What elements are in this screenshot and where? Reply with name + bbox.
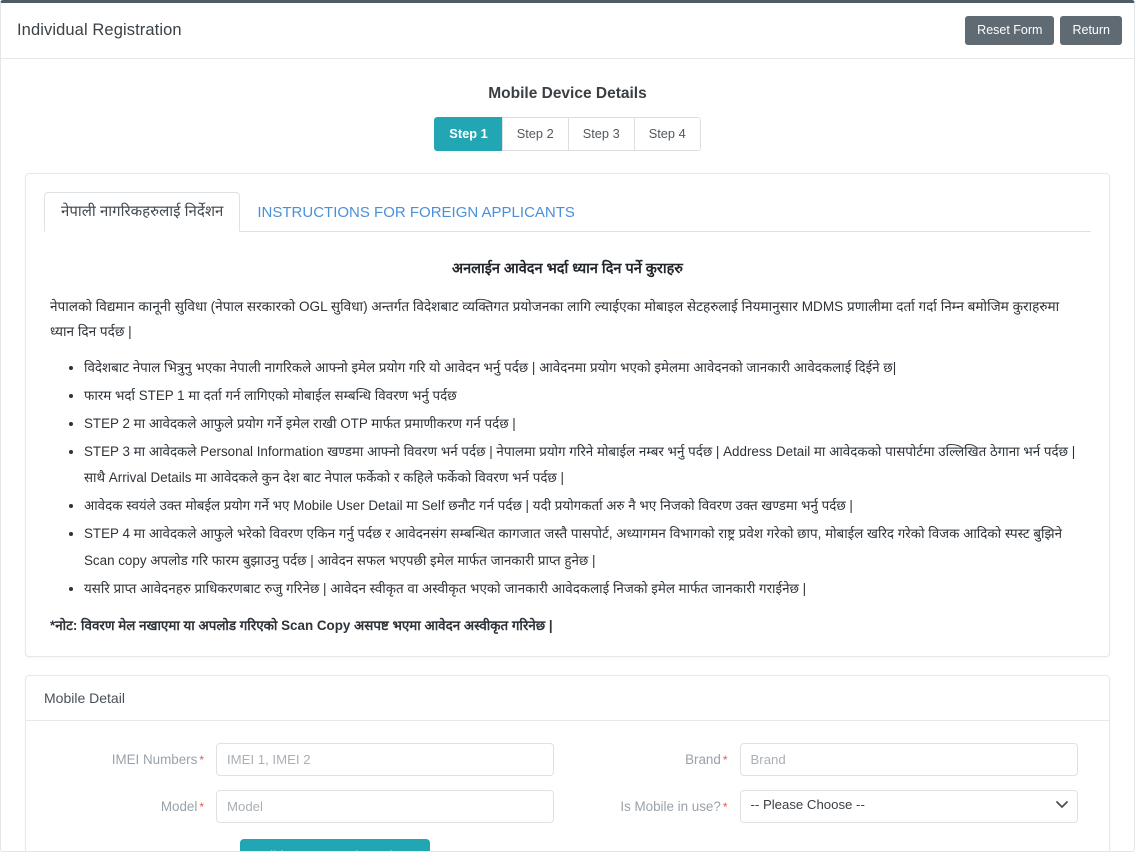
form-field-brand: Brand * [568, 742, 1092, 776]
form-row-model-inuse: Model* Is Mobile in use?* -- Please Choo… [44, 789, 1092, 823]
is-mobile-in-use-select-wrap: -- Please Choose -- [739, 789, 1078, 823]
wizard-steps: Step 1 Step 2 Step 3 Step 4 [25, 117, 1110, 151]
required-marker: * [722, 799, 728, 814]
mobile-detail-panel: Mobile Detail IMEI Numbers* Brand* [25, 674, 1110, 851]
required-marker: * [199, 799, 204, 814]
brand-input[interactable] [739, 742, 1078, 776]
instructions-heading: अनलाईन आवेदन भर्दा ध्यान दिन पर्ने कुराह… [452, 261, 683, 278]
model-input[interactable] [216, 789, 554, 823]
model-label-text: Model [160, 798, 198, 814]
list-item: STEP 3 मा आवेदकले Personal Information ख… [84, 439, 1085, 491]
header-actions: Reset Form Return [965, 16, 1122, 45]
instructions-panel-inner: नेपाली नागरिकहरुलाई निर्देशन INSTRUCTION… [26, 174, 1109, 656]
form-row-imei-brand: IMEI Numbers* Brand* [44, 742, 1092, 776]
imei-label-text: IMEI Numbers [111, 751, 198, 767]
tab-nepali-instructions[interactable]: नेपाली नागरिकहरुलाई निर्देशन [44, 191, 241, 233]
instructions-paragraph: नेपालको विद्यमान कानूनी सुविधा (नेपाल सर… [50, 299, 1060, 340]
brand-label-text: Brand [685, 751, 721, 767]
wizard-title: Mobile Device Details [488, 85, 647, 102]
required-marker: * [722, 752, 728, 767]
list-item: यसरि प्राप्त आवेदनहरु प्राधिकरणबाट रुजु … [84, 576, 1085, 602]
model-label: Model * [44, 799, 216, 814]
mobile-detail-form: IMEI Numbers* Brand* Model* [26, 721, 1109, 851]
page-header: Individual Registration Reset Form Retur… [1, 3, 1134, 59]
is-mobile-in-use-label: Is Mobile in use? * [568, 799, 740, 814]
individual-registration-page: Individual Registration Reset Form Retur… [0, 0, 1135, 852]
step-tab-1[interactable]: Step 1 [434, 117, 502, 151]
step-tab-4[interactable]: Step 4 [633, 117, 701, 151]
form-field-model: Model * [44, 789, 568, 823]
form-actions: Validate IMEI and Continue [44, 838, 1091, 851]
page-body: Mobile Device Details Step 1 Step 2 Step… [1, 59, 1134, 851]
list-item: विदेशबाट नेपाल भित्रुनु भएका नेपाली नागर… [84, 355, 1085, 381]
required-marker: * [199, 752, 204, 767]
imei-label: IMEI Numbers * [44, 752, 216, 767]
form-field-is-mobile-in-use: Is Mobile in use? * -- Please Choose -- [568, 789, 1092, 823]
step-tab-2[interactable]: Step 2 [501, 117, 568, 151]
list-item: फारम भर्दा STEP 1 मा दर्ता गर्न लागिएको … [84, 383, 1085, 409]
reset-form-button[interactable]: Reset Form [965, 16, 1055, 45]
list-item: आवेदक स्वयंले उक्त मोबईल प्रयोग गर्ने भए… [84, 493, 1085, 519]
brand-label: Brand * [568, 752, 740, 767]
step-tab-group: Step 1 Step 2 Step 3 Step 4 [434, 117, 701, 151]
validate-imei-and-continue-button[interactable]: Validate IMEI and Continue [240, 838, 430, 851]
step-tab-3[interactable]: Step 3 [567, 117, 634, 151]
is-mobile-in-use-select[interactable]: -- Please Choose -- [739, 789, 1078, 823]
page-title: Individual Registration [17, 21, 182, 39]
instructions-bullet-list: विदेशबाट नेपाल भित्रुनु भएका नेपाली नागर… [50, 355, 1085, 602]
is-mobile-in-use-label-text: Is Mobile in use? [620, 798, 721, 814]
return-button[interactable]: Return [1060, 16, 1122, 45]
instructions-tabs: नेपाली नागरिकहरुलाई निर्देशन INSTRUCTION… [44, 191, 1091, 233]
list-item: STEP 4 मा आवेदकले आफुले भरेको विवरण एकिन… [84, 521, 1085, 573]
imei-input[interactable] [216, 742, 554, 776]
instructions-panel: नेपाली नागरिकहरुलाई निर्देशन INSTRUCTION… [25, 172, 1110, 657]
form-field-imei: IMEI Numbers * [44, 742, 568, 776]
instructions-content: अनलाईन आवेदन भर्दा ध्यान दिन पर्ने कुराह… [44, 232, 1091, 634]
tab-foreign-instructions[interactable]: INSTRUCTIONS FOR FOREIGN APPLICANTS [240, 193, 592, 232]
instructions-note: *नोट: विवरण मेल नखाएमा या अपलोड गरिएको S… [50, 617, 553, 633]
list-item: STEP 2 मा आवेदकले आफुले प्रयोग गर्ने इमे… [84, 411, 1085, 437]
mobile-detail-title: Mobile Detail [26, 676, 1109, 721]
